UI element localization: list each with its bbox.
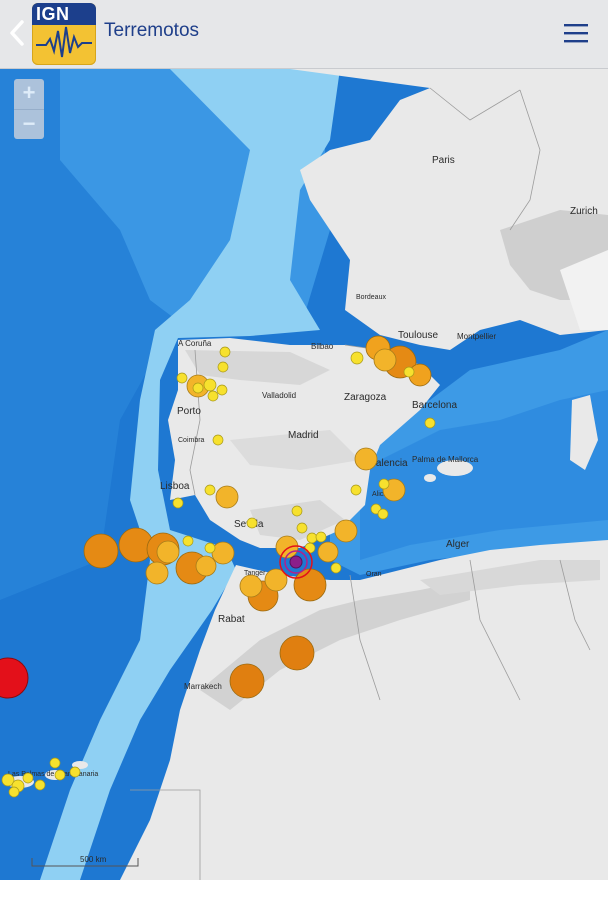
- quake-marker[interactable]: [204, 484, 216, 496]
- label-valladolid: Valladolid: [262, 391, 296, 400]
- scale-label: 500 km: [80, 855, 107, 864]
- label-oran: Oran: [366, 571, 382, 578]
- quake-marker[interactable]: [203, 378, 217, 392]
- quake-marker[interactable]: [373, 348, 397, 372]
- quake-marker[interactable]: [330, 562, 342, 574]
- quake-marker[interactable]: [378, 478, 390, 490]
- quake-marker[interactable]: [350, 484, 362, 496]
- zoom-out-button[interactable]: −: [14, 110, 44, 140]
- map[interactable]: Paris Zurich Bordeaux Toulouse Montpelli…: [0, 69, 608, 880]
- quake-marker[interactable]: [145, 561, 169, 585]
- label-alger: Alger: [446, 539, 470, 550]
- quake-marker[interactable]: [350, 351, 364, 365]
- map-canvas[interactable]: Paris Zurich Bordeaux Toulouse Montpelli…: [0, 69, 608, 880]
- quake-marker[interactable]: [317, 541, 339, 563]
- quake-marker[interactable]: [424, 417, 436, 429]
- quake-marker[interactable]: [291, 505, 303, 517]
- quake-marker[interactable]: [354, 447, 378, 471]
- app-bar: IGN Terremotos: [0, 0, 608, 69]
- hamburger-menu-icon[interactable]: [562, 20, 590, 46]
- quake-marker[interactable]: [172, 497, 184, 509]
- label-zurich: Zurich: [570, 206, 598, 217]
- quake-marker[interactable]: [239, 574, 263, 598]
- label-bordeaux: Bordeaux: [356, 294, 386, 301]
- label-zaragoza: Zaragoza: [344, 392, 387, 403]
- label-bilbao: Bilbao: [311, 342, 334, 351]
- quake-marker[interactable]: [49, 757, 61, 769]
- chevron-left-icon[interactable]: [6, 16, 28, 50]
- label-laspalmas: Las Palmas de Gran Canaria: [8, 771, 98, 778]
- quake-marker[interactable]: [215, 485, 239, 509]
- quake-marker[interactable]: [69, 766, 81, 778]
- quake-marker[interactable]: [229, 663, 265, 699]
- quake-marker[interactable]: [246, 517, 258, 529]
- quake-marker[interactable]: [8, 786, 20, 798]
- quake-marker[interactable]: [34, 779, 46, 791]
- quake-marker[interactable]: [216, 384, 228, 396]
- quake-marker[interactable]: [156, 540, 180, 564]
- quake-marker[interactable]: [315, 531, 327, 543]
- quake-marker[interactable]: [204, 542, 216, 554]
- quake-marker[interactable]: [22, 772, 34, 784]
- quake-marker[interactable]: [334, 519, 358, 543]
- quake-marker[interactable]: [219, 346, 231, 358]
- label-madrid: Madrid: [288, 430, 319, 441]
- quake-marker[interactable]: [377, 508, 389, 520]
- label-lisboa: Lisboa: [160, 481, 190, 492]
- quake-marker[interactable]: [296, 522, 308, 534]
- quake-marker[interactable]: [54, 769, 66, 781]
- label-barcelona: Barcelona: [412, 400, 457, 411]
- label-porto: Porto: [177, 406, 201, 417]
- quake-marker[interactable]: [211, 541, 235, 565]
- quake-marker[interactable]: [279, 635, 315, 671]
- label-toulouse: Toulouse: [398, 330, 438, 341]
- quake-marker[interactable]: [304, 542, 316, 554]
- page-title: Terremotos: [104, 20, 200, 41]
- quake-marker[interactable]: [207, 390, 219, 402]
- bottom-area: [0, 880, 608, 900]
- label-rabat: Rabat: [218, 614, 245, 625]
- quake-marker[interactable]: [293, 568, 327, 602]
- quake-marker[interactable]: [182, 535, 194, 547]
- quake-marker[interactable]: [212, 434, 224, 446]
- label-palma: Palma de Mallorca: [412, 455, 479, 464]
- label-acoruna: A Coruña: [178, 339, 212, 348]
- quake-marker[interactable]: [83, 533, 119, 569]
- label-montpellier: Montpellier: [457, 332, 496, 341]
- zoom-control: + −: [14, 79, 44, 139]
- label-paris: Paris: [432, 155, 455, 166]
- quake-marker[interactable]: [176, 372, 188, 384]
- quake-marker[interactable]: [306, 532, 318, 544]
- quake-marker[interactable]: [195, 555, 217, 577]
- quake-marker[interactable]: [403, 366, 415, 378]
- zoom-in-button[interactable]: +: [14, 79, 44, 110]
- label-marrakech: Marrakech: [184, 682, 222, 691]
- label-coimbra: Coimbra: [178, 437, 205, 444]
- latest-event-marker[interactable]: [279, 545, 313, 579]
- ign-logo: IGN: [32, 3, 96, 65]
- quake-marker[interactable]: [217, 361, 229, 373]
- quake-marker[interactable]: [192, 382, 204, 394]
